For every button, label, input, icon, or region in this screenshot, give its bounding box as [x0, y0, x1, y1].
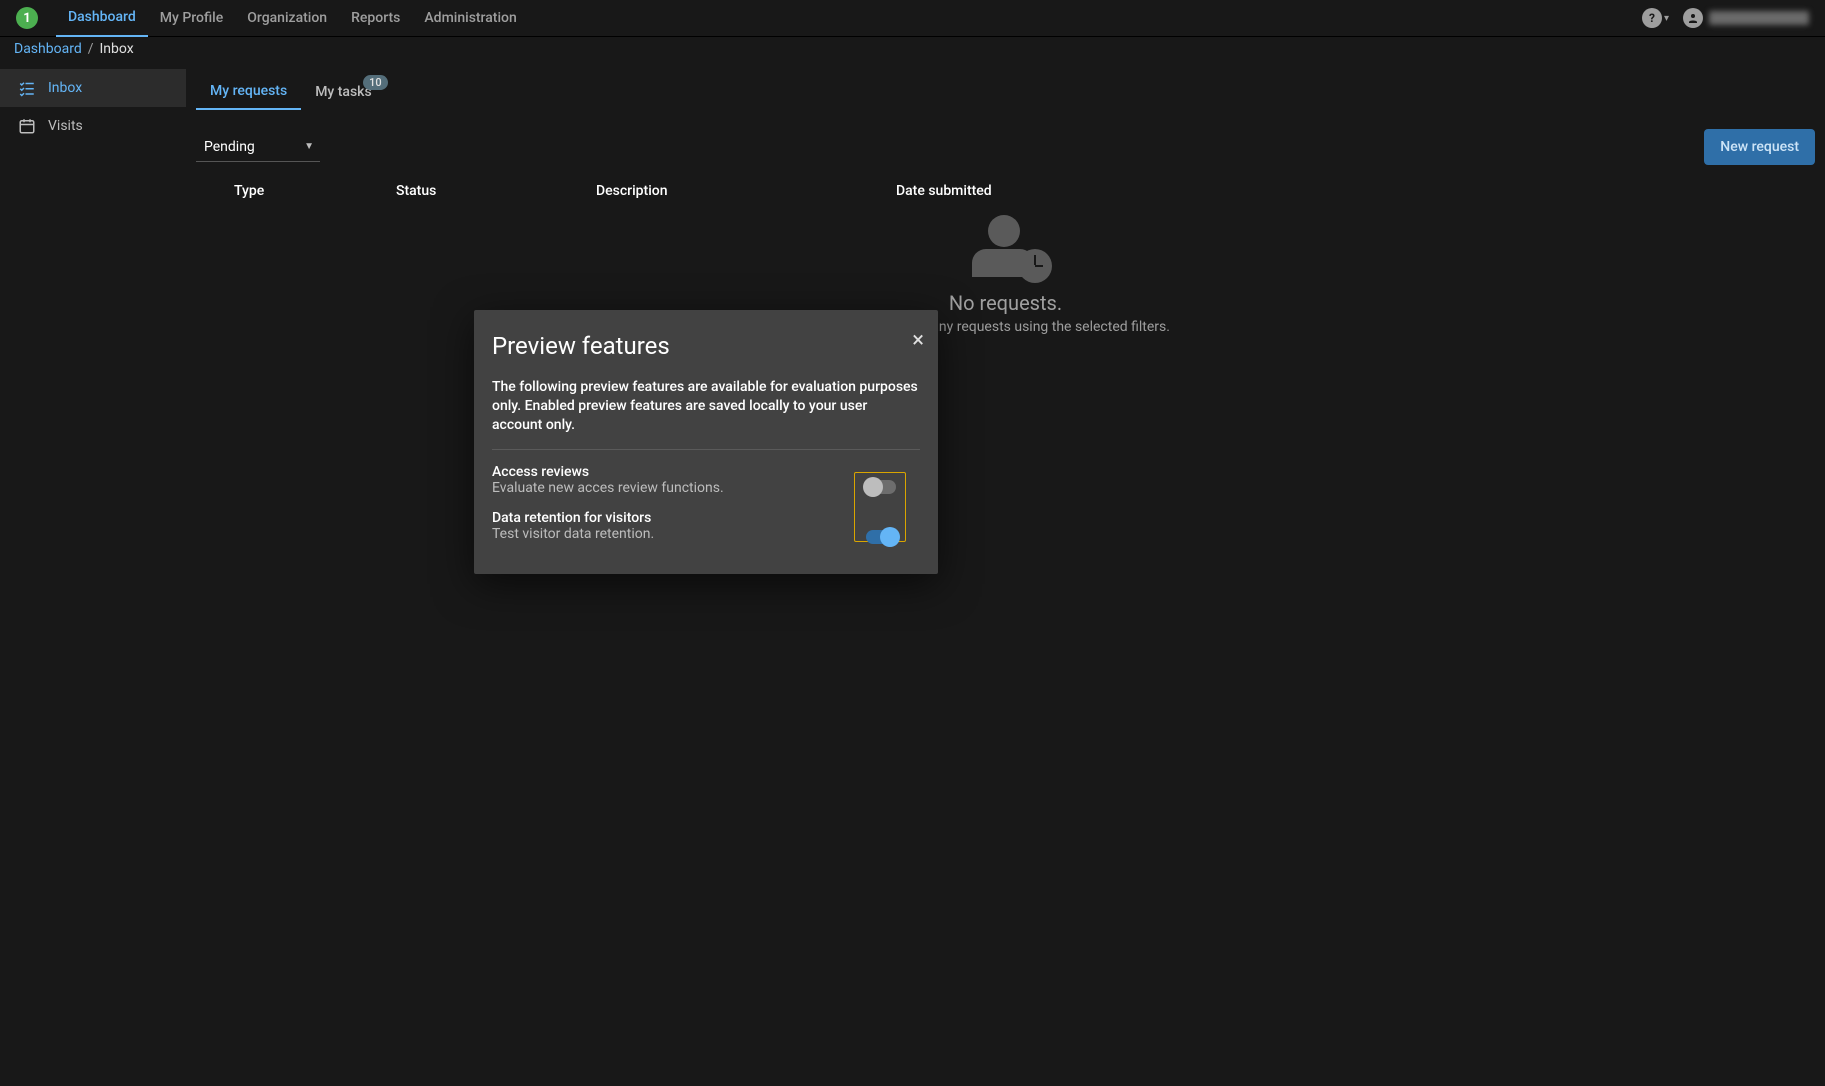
column-date-submitted: Date submitted — [896, 183, 1156, 199]
feature-list: Access reviews Evaluate new acces review… — [492, 464, 920, 542]
status-filter-select[interactable]: Pending ▼ — [196, 133, 320, 162]
feature-subtitle: Test visitor data retention. — [492, 526, 860, 542]
breadcrumb: Dashboard / Inbox — [0, 37, 1825, 61]
filter-row: Pending ▼ New request — [196, 111, 1815, 175]
breadcrumb-separator: / — [88, 41, 94, 57]
tab-my-tasks[interactable]: My tasks 10 — [301, 73, 386, 110]
breadcrumb-current: Inbox — [100, 41, 134, 57]
list-check-icon — [18, 79, 36, 97]
toggle-access-reviews[interactable] — [866, 480, 896, 494]
table-header: Type Status Description Date submitted — [196, 175, 1815, 213]
user-clock-icon — [966, 215, 1046, 277]
nav-my-profile[interactable]: My Profile — [148, 0, 235, 37]
user-avatar-icon[interactable] — [1683, 8, 1703, 28]
help-icon[interactable]: ? — [1642, 8, 1662, 28]
app-logo[interactable]: 1 — [16, 7, 38, 29]
help-dropdown-caret[interactable]: ▾ — [1664, 13, 1669, 24]
top-nav: 1 Dashboard My Profile Organization Repo… — [0, 0, 1825, 37]
username-label[interactable] — [1709, 11, 1809, 25]
tab-my-requests[interactable]: My requests — [196, 73, 301, 110]
nav-dashboard[interactable]: Dashboard — [56, 0, 148, 37]
sidebar: Inbox Visits — [0, 61, 186, 1086]
column-description: Description — [596, 183, 896, 199]
breadcrumb-root[interactable]: Dashboard — [14, 41, 82, 57]
status-filter-value: Pending — [204, 139, 255, 155]
chevron-down-icon: ▼ — [304, 141, 314, 152]
empty-state: No requests. Could not find any requests… — [196, 215, 1815, 335]
feature-data-retention: Data retention for visitors Test visitor… — [492, 510, 860, 542]
preview-features-modal: Preview features × The following preview… — [474, 310, 938, 574]
tabs: My requests My tasks 10 — [196, 73, 1815, 111]
empty-title: No requests. — [949, 291, 1062, 315]
feature-access-reviews: Access reviews Evaluate new acces review… — [492, 464, 860, 496]
nav-reports[interactable]: Reports — [339, 0, 412, 37]
sidebar-item-label: Inbox — [48, 80, 82, 96]
calendar-icon — [18, 117, 36, 135]
toggle-data-retention[interactable] — [866, 530, 896, 544]
column-status: Status — [396, 183, 596, 199]
modal-description: The following preview features are avail… — [492, 378, 920, 435]
close-icon[interactable]: × — [912, 328, 924, 353]
nav-administration[interactable]: Administration — [412, 0, 528, 37]
feature-subtitle: Evaluate new acces review functions. — [492, 480, 860, 496]
sidebar-item-label: Visits — [48, 118, 83, 134]
badge-count: 10 — [363, 75, 388, 90]
sidebar-item-visits[interactable]: Visits — [0, 107, 186, 145]
feature-title: Access reviews — [492, 464, 860, 480]
nav-organization[interactable]: Organization — [235, 0, 339, 37]
content-area: My requests My tasks 10 Pending ▼ New re… — [186, 61, 1825, 1086]
column-type: Type — [196, 183, 396, 199]
new-request-button[interactable]: New request — [1704, 129, 1815, 165]
divider — [492, 449, 920, 450]
feature-title: Data retention for visitors — [492, 510, 860, 526]
tab-label: My requests — [210, 83, 287, 99]
sidebar-item-inbox[interactable]: Inbox — [0, 69, 186, 107]
modal-title: Preview features — [492, 332, 920, 360]
